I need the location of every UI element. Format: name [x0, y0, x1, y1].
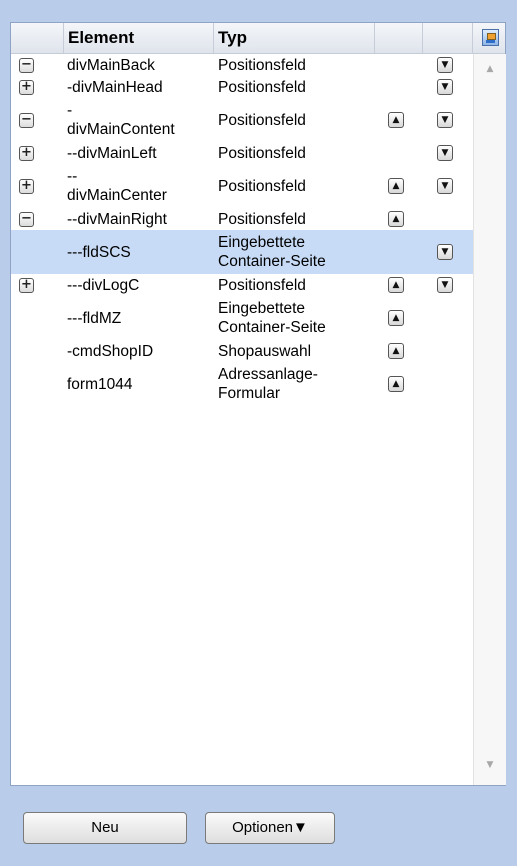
type-cell: Positionsfeld — [218, 111, 306, 129]
layout-icon[interactable] — [482, 29, 499, 46]
move-down-button[interactable]: ▼ — [437, 57, 453, 73]
move-down-button[interactable]: ▼ — [437, 277, 453, 293]
vertical-scrollbar[interactable]: ▲ ▼ — [473, 54, 506, 785]
expand-icon[interactable]: + — [19, 178, 34, 194]
type-cell: Adressanlage- Formular — [218, 365, 318, 403]
type-cell: Positionsfeld — [218, 177, 306, 195]
table-row[interactable]: ---fldMZ Eingebettete Container-Seite ▲ — [11, 296, 473, 340]
table-row[interactable]: + -- divMainCenter Positionsfeld ▲ ▼ — [11, 164, 473, 208]
table-row[interactable]: + ---divLogC Positionsfeld ▲ ▼ — [11, 274, 473, 296]
scroll-down-arrow[interactable]: ▼ — [484, 760, 496, 770]
type-cell: Eingebettete Container-Seite — [218, 299, 326, 337]
element-list-panel: Element Typ − divMainBack Positionsfeld ▼ + -… — [10, 22, 506, 786]
type-line: Container-Seite — [218, 319, 326, 336]
table-row[interactable]: + --divMainLeft Positionsfeld ▼ — [11, 142, 473, 164]
element-name-cell: -divMainHead — [67, 78, 163, 96]
move-up-button[interactable]: ▲ — [388, 112, 404, 128]
move-down-button[interactable]: ▼ — [437, 79, 453, 95]
typ-column-header[interactable]: Typ — [214, 23, 375, 53]
move-up-button[interactable]: ▲ — [388, 310, 404, 326]
move-up-column-header — [375, 23, 423, 53]
type-cell: Shopauswahl — [218, 342, 312, 360]
type-cell: Positionsfeld — [218, 276, 306, 294]
table-row[interactable]: − - divMainContent Positionsfeld ▲ ▼ — [11, 98, 473, 142]
move-up-button[interactable]: ▲ — [388, 211, 404, 227]
type-line: Adressanlage- — [218, 366, 318, 383]
type-line: Eingebettete — [218, 234, 306, 251]
scroll-up-arrow[interactable]: ▲ — [484, 64, 496, 74]
move-up-button[interactable]: ▲ — [388, 376, 404, 392]
element-name-prefix: -- — [67, 168, 78, 185]
toggle-column-header — [11, 23, 64, 53]
table-row[interactable]: − divMainBack Positionsfeld ▼ — [11, 54, 473, 76]
element-name: divMainContent — [67, 121, 175, 138]
element-name-cell: form1044 — [67, 375, 133, 393]
element-name-cell: --divMainLeft — [67, 144, 157, 162]
move-up-button[interactable]: ▲ — [388, 178, 404, 194]
type-cell: Positionsfeld — [218, 56, 306, 74]
table-header: Element Typ — [11, 23, 505, 54]
element-name-cell: --divMainRight — [67, 210, 167, 228]
type-cell: Positionsfeld — [218, 210, 306, 228]
type-cell: Positionsfeld — [218, 78, 306, 96]
element-name-cell: divMainBack — [67, 56, 155, 74]
collapse-icon[interactable]: − — [19, 57, 34, 73]
type-line: Eingebettete — [218, 300, 306, 317]
move-down-button[interactable]: ▼ — [437, 145, 453, 161]
expand-icon[interactable]: + — [19, 277, 34, 293]
element-column-header[interactable]: Element — [64, 23, 214, 53]
type-line: Container-Seite — [218, 253, 326, 270]
options-button[interactable]: Optionen▼ — [205, 812, 335, 844]
element-name-cell: - divMainContent — [67, 101, 175, 139]
move-up-button[interactable]: ▲ — [388, 277, 404, 293]
element-name: divMainCenter — [67, 187, 167, 204]
table-row[interactable]: + -divMainHead Positionsfeld ▼ — [11, 76, 473, 98]
collapse-icon[interactable]: − — [19, 211, 34, 227]
move-up-button[interactable]: ▲ — [388, 343, 404, 359]
expand-icon[interactable]: + — [19, 79, 34, 95]
table-row[interactable]: -cmdShopID Shopauswahl ▲ — [11, 340, 473, 362]
element-name-cell: ---divLogC — [67, 276, 140, 294]
new-button[interactable]: Neu — [23, 812, 187, 844]
type-cell: Eingebettete Container-Seite — [218, 233, 326, 271]
expand-icon[interactable]: + — [19, 145, 34, 161]
move-down-button[interactable]: ▼ — [437, 244, 453, 260]
element-name-cell: -- divMainCenter — [67, 167, 167, 205]
table-row[interactable]: − --divMainRight Positionsfeld ▲ — [11, 208, 473, 230]
type-line: Formular — [218, 385, 281, 402]
move-down-button[interactable]: ▼ — [437, 178, 453, 194]
element-name-cell: -cmdShopID — [67, 342, 154, 360]
type-cell: Positionsfeld — [218, 144, 306, 162]
element-name-cell: ---fldSCS — [67, 243, 131, 261]
element-name-prefix: - — [67, 102, 73, 119]
move-down-button[interactable]: ▼ — [437, 112, 453, 128]
table-row[interactable]: form1044 Adressanlage- Formular ▲ — [11, 362, 473, 406]
move-down-column-header — [423, 23, 473, 53]
element-name-cell: ---fldMZ — [67, 309, 122, 327]
collapse-icon[interactable]: − — [19, 112, 34, 128]
table-row[interactable]: ---fldSCS Eingebettete Container-Seite ▼ — [11, 230, 473, 274]
